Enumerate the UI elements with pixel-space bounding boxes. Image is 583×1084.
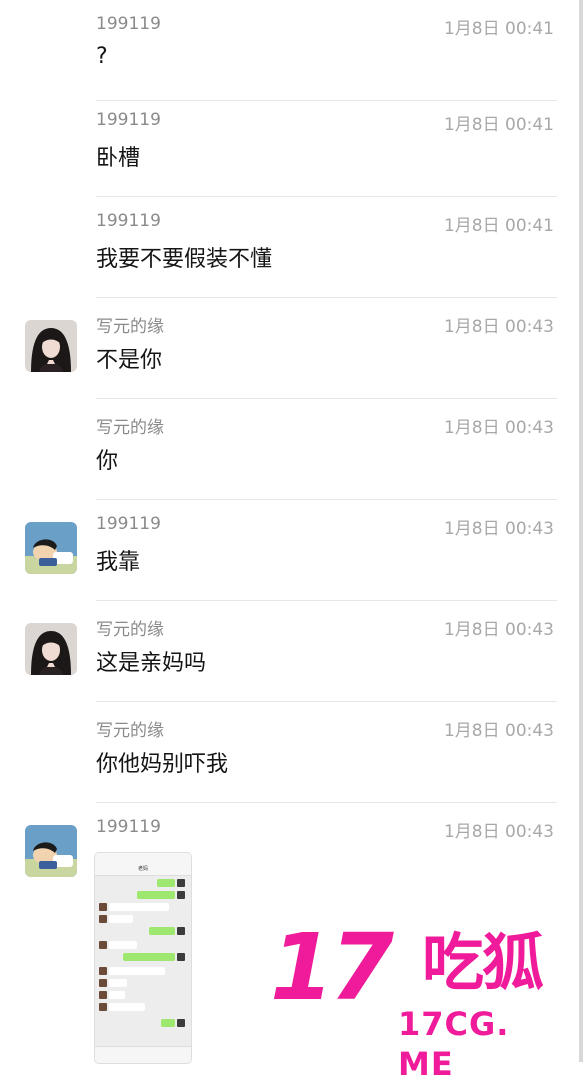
message-time: 1月8日 00:41 xyxy=(443,19,554,39)
message-row[interactable]: 199119 1月8日 00:41 ? xyxy=(0,0,583,101)
watermark-url: 17CG. ME xyxy=(398,1005,510,1083)
thumbnail-avatar xyxy=(99,967,107,975)
thumbnail-bubble xyxy=(157,879,175,887)
thumbnail-bubble xyxy=(149,927,175,935)
message-text: 你 xyxy=(96,449,119,474)
watermark-name: 吃狐 xyxy=(422,926,544,999)
thumbnail-avatar xyxy=(177,953,185,961)
avatar-cartoon[interactable] xyxy=(25,825,77,877)
message-text: ? xyxy=(96,44,108,69)
message-text: 不是你 xyxy=(96,348,163,373)
message-time: 1月8日 00:41 xyxy=(443,216,554,236)
thumbnail-avatar xyxy=(99,979,107,987)
thumbnail-bubble xyxy=(109,1003,145,1011)
sender-name: 199119 xyxy=(96,14,161,34)
avatar-girl-image xyxy=(25,623,77,675)
avatar-girl[interactable] xyxy=(25,623,77,675)
avatar-cartoon[interactable] xyxy=(25,522,77,574)
sender-name: 199119 xyxy=(96,211,161,231)
thumbnail-status-bar xyxy=(95,853,191,863)
sender-name: 写元的缘 xyxy=(96,317,164,337)
watermark-number: 17 xyxy=(270,914,394,1021)
message-text: 我要不要假装不懂 xyxy=(96,247,273,272)
message-row[interactable]: 写元的缘 1月8日 00:43 不是你 xyxy=(0,298,583,399)
chat-history-list: 199119 1月8日 00:41 ? 199119 1月8日 00:41 卧槽… xyxy=(0,0,583,1064)
message-text: 这是亲妈吗 xyxy=(96,651,207,676)
thumbnail-bubble xyxy=(123,953,175,961)
message-text: 你他妈别吓我 xyxy=(96,752,229,777)
watermark: 17 吃狐 17CG. ME xyxy=(270,914,570,1084)
message-time: 1月8日 00:43 xyxy=(443,822,554,842)
message-time: 1月8日 00:43 xyxy=(443,317,554,337)
thumbnail-chat-title: 老妈 xyxy=(95,863,191,876)
avatar-girl-image xyxy=(25,320,77,372)
message-row[interactable]: 199119 1月8日 00:41 我要不要假装不懂 xyxy=(0,197,583,298)
sender-name: 写元的缘 xyxy=(96,620,164,640)
thumbnail-input-bar xyxy=(95,1046,191,1063)
avatar-cartoon-image xyxy=(25,825,77,877)
message-row[interactable]: 写元的缘 1月8日 00:43 你 xyxy=(0,399,583,500)
sender-name: 199119 xyxy=(96,110,161,130)
message-time: 1月8日 00:43 xyxy=(443,620,554,640)
thumbnail-bubble xyxy=(109,941,137,949)
message-row[interactable]: 199119 1月8日 00:43 我靠 xyxy=(0,500,583,601)
sender-name: 199119 xyxy=(96,817,161,837)
message-time: 1月8日 00:43 xyxy=(443,418,554,438)
image-message-thumbnail[interactable]: 老妈 xyxy=(94,852,192,1064)
thumbnail-bubble xyxy=(109,967,165,975)
thumbnail-avatar xyxy=(177,879,185,887)
thumbnail-bubble xyxy=(137,891,175,899)
thumbnail-avatar xyxy=(177,927,185,935)
message-time: 1月8日 00:43 xyxy=(443,519,554,539)
avatar-girl[interactable] xyxy=(25,320,77,372)
thumbnail-avatar xyxy=(177,891,185,899)
thumbnail-avatar xyxy=(177,1019,185,1027)
message-text: 我靠 xyxy=(96,550,141,575)
thumbnail-bubble xyxy=(109,903,169,911)
sender-name: 199119 xyxy=(96,514,161,534)
message-text: 卧槽 xyxy=(96,146,141,171)
message-time: 1月8日 00:41 xyxy=(443,115,554,135)
thumbnail-bubble xyxy=(109,979,127,987)
sender-name: 写元的缘 xyxy=(96,721,164,741)
thumbnail-avatar xyxy=(99,1003,107,1011)
message-time: 1月8日 00:43 xyxy=(443,721,554,741)
message-row[interactable]: 199119 1月8日 00:41 卧槽 xyxy=(0,96,583,197)
message-row[interactable]: 写元的缘 1月8日 00:43 这是亲妈吗 xyxy=(0,601,583,702)
scroll-edge xyxy=(579,0,583,1062)
thumbnail-bubble xyxy=(161,1019,175,1027)
thumbnail-avatar xyxy=(99,941,107,949)
thumbnail-avatar xyxy=(99,915,107,923)
thumbnail-avatar xyxy=(99,903,107,911)
avatar-cartoon-image xyxy=(25,522,77,574)
thumbnail-bubble xyxy=(109,991,125,999)
thumbnail-bubble xyxy=(109,915,133,923)
sender-name: 写元的缘 xyxy=(96,418,164,438)
message-row[interactable]: 写元的缘 1月8日 00:43 你他妈别吓我 xyxy=(0,702,583,803)
thumbnail-avatar xyxy=(99,991,107,999)
